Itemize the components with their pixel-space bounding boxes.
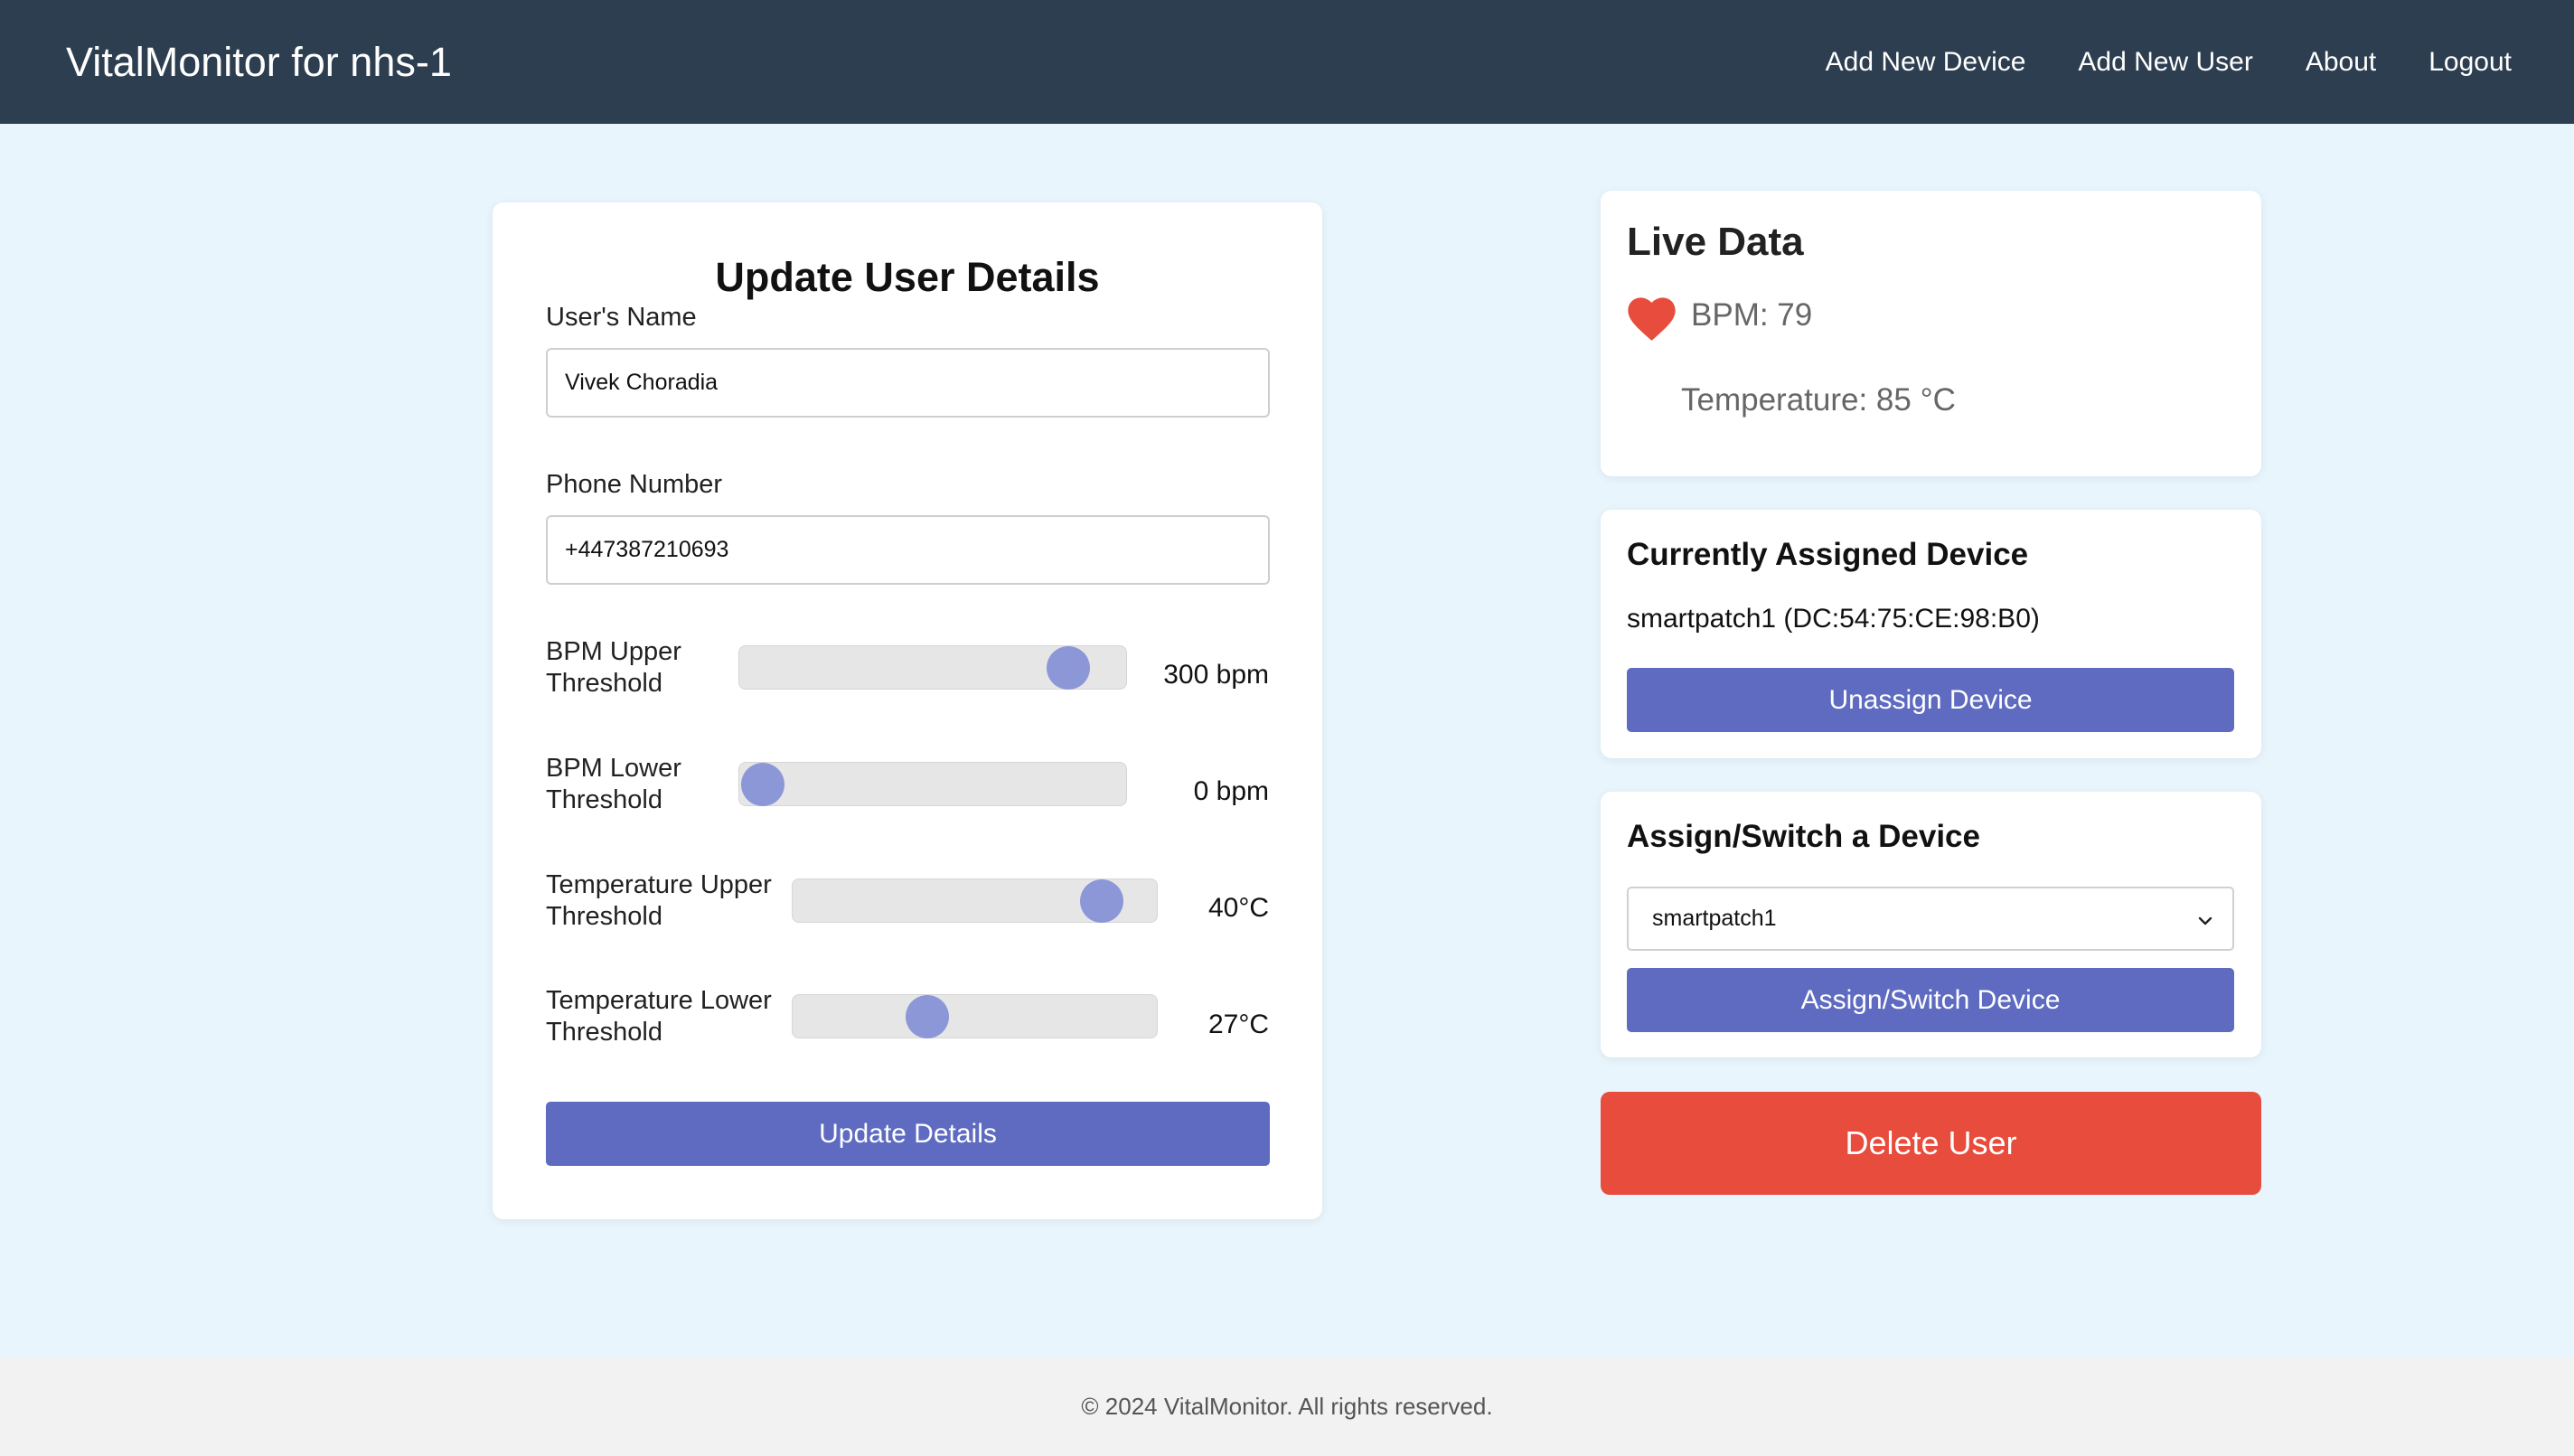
update-user-title: Update User Details — [715, 254, 1100, 300]
live-data-card: Live Data BPM: 79 Temperature: 85 °C — [1601, 191, 2261, 476]
update-user-card: Update User Details User's Name Phone Nu… — [493, 202, 1322, 1219]
slider-thumb[interactable] — [1047, 645, 1091, 690]
bpm-lower-slider[interactable] — [738, 762, 1127, 806]
temp-upper-slider[interactable] — [792, 878, 1158, 923]
nav-links: Add New Device Add New User About Logout — [1826, 47, 2512, 78]
top-navbar: VitalMonitor for nhs-1 Add New Device Ad… — [0, 0, 2574, 124]
app-title: VitalMonitor for nhs-1 — [66, 38, 452, 85]
phone-label: Phone Number — [546, 470, 723, 499]
footer: © 2024 VitalMonitor. All rights reserved… — [0, 1357, 2574, 1456]
assign-switch-title: Assign/Switch a Device — [1627, 819, 1980, 854]
copyright-text: © 2024 VitalMonitor. All rights reserved… — [1081, 1393, 1493, 1420]
device-select-value: smartpatch1 — [1652, 906, 1777, 931]
nav-add-new-user[interactable]: Add New User — [2078, 47, 2252, 78]
bpm-upper-slider[interactable] — [738, 645, 1127, 690]
bpm-upper-label: BPM Upper Threshold — [546, 637, 681, 698]
bpm-upper-value: 300 bpm — [1163, 660, 1269, 690]
assigned-device-card: Currently Assigned Device smartpatch1 (D… — [1601, 510, 2261, 758]
name-label: User's Name — [546, 303, 697, 332]
slider-thumb[interactable] — [741, 762, 784, 806]
assigned-device-info: smartpatch1 (DC:54:75:CE:98:B0) — [1627, 604, 2040, 634]
temp-lower-value: 27°C — [1207, 1010, 1269, 1039]
phone-input[interactable] — [546, 515, 1270, 585]
temp-lower-label: Temperature Lower Threshold — [546, 986, 772, 1047]
temp-lower-slider[interactable] — [792, 994, 1158, 1038]
temp-upper-label: Temperature Upper Threshold — [546, 870, 772, 931]
update-details-button[interactable]: Update Details — [546, 1102, 1270, 1166]
bpm-lower-label: BPM Lower Threshold — [546, 754, 681, 814]
assign-switch-button[interactable]: Assign/Switch Device — [1627, 968, 2234, 1032]
temperature-reading: Temperature: 85 °C — [1681, 382, 1956, 418]
bpm-reading: BPM: 79 — [1691, 297, 1813, 333]
nav-logout[interactable]: Logout — [2428, 47, 2512, 78]
slider-thumb[interactable] — [905, 994, 949, 1038]
delete-user-button[interactable]: Delete User — [1601, 1092, 2261, 1195]
assign-switch-card: Assign/Switch a Device smartpatch1 Assig… — [1601, 792, 2261, 1057]
heart-icon — [1628, 297, 1676, 341]
name-input[interactable] — [546, 348, 1270, 418]
device-select[interactable]: smartpatch1 — [1627, 887, 2234, 951]
assigned-device-title: Currently Assigned Device — [1627, 537, 2029, 572]
temp-upper-value: 40°C — [1207, 893, 1269, 923]
bpm-lower-value: 0 bpm — [1193, 776, 1269, 806]
nav-add-new-device[interactable]: Add New Device — [1826, 47, 2026, 78]
live-data-title: Live Data — [1627, 220, 1804, 264]
chevron-down-icon — [2198, 916, 2212, 925]
nav-about[interactable]: About — [2306, 47, 2376, 78]
slider-thumb[interactable] — [1079, 878, 1123, 923]
unassign-device-button[interactable]: Unassign Device — [1627, 668, 2234, 732]
